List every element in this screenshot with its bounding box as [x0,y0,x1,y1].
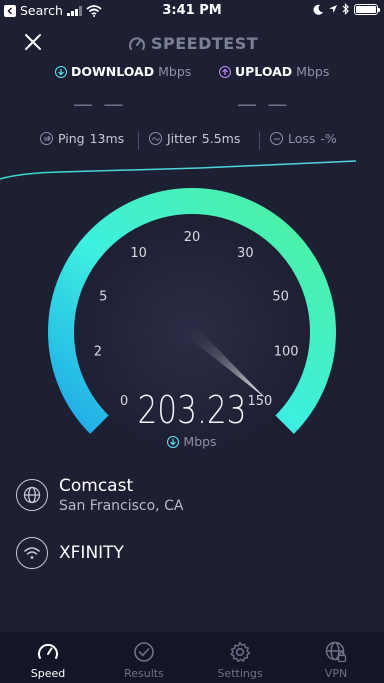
download-arrow-icon [167,435,180,448]
tab-label: Settings [217,667,263,680]
current-speed-unit-label: Mbps [183,434,217,449]
gauge-tick-label: 5 [99,289,107,304]
jitter-icon [149,132,162,145]
upload-arrow-icon [219,65,231,78]
close-button[interactable] [24,33,44,53]
tab-results[interactable]: Results [96,632,192,683]
provider-name: Comcast [59,476,134,496]
jitter-value: 5.5ms [201,131,241,146]
provider-row[interactable]: Comcast San Francisco, CA [16,476,183,514]
ping-value: 13ms [89,131,125,146]
tab-label: Speed [30,667,66,680]
gauge-tick-label: 2 [94,345,102,360]
app-brand: SPEEDTEST [128,34,258,53]
download-arrow-icon [55,65,67,78]
tab-label: VPN [324,667,348,680]
upload-label: UPLOAD [235,64,293,79]
tab-speed[interactable]: Speed [0,632,96,683]
checkmark-circle-icon [134,642,154,662]
loss-icon [270,132,283,145]
status-right [313,3,380,15]
gauge-tick-label: 10 [130,246,147,261]
globe-lock-icon [325,641,347,663]
download-label: DOWNLOAD [71,64,155,79]
network-name: XFINITY [59,543,124,563]
moon-icon [313,4,323,15]
stats-divider [259,132,260,150]
tab-label: Results [124,667,164,680]
gauge-tick-label: 50 [272,289,289,304]
loss-value: -% [320,131,337,146]
network-row[interactable]: XFINITY [16,537,124,569]
bluetooth-icon [342,3,349,15]
status-bar: Search 3:41 PM [0,0,384,22]
gauge-tick-label: 30 [237,246,254,261]
ping-stat: Ping 13ms [40,131,124,146]
upload-value: — — [237,92,290,116]
battery-icon [354,3,380,15]
ping-label: Ping [58,131,85,146]
gear-icon [230,641,251,662]
download-heading: DOWNLOAD Mbps [55,64,191,79]
download-value: — — [73,92,126,116]
stats-divider [138,132,139,150]
stats-row: Ping 13ms Jitter 5.5ms Loss -% [0,131,384,151]
upload-unit: Mbps [296,64,330,79]
location-arrow-icon [329,5,337,13]
tab-bar: Speed Results Settings VPN [0,632,384,683]
loss-stat: Loss -% [270,131,337,146]
close-icon[interactable] [24,33,42,51]
tab-settings[interactable]: Settings [192,632,288,683]
loss-label: Loss [288,131,316,146]
speedometer-icon [38,643,58,659]
download-unit: Mbps [158,64,192,79]
gauge-tick-label: 100 [274,345,299,360]
jitter-label: Jitter [167,131,197,146]
current-speed-value: 203.23 [137,388,247,432]
provider-location: San Francisco, CA [59,498,184,514]
jitter-stat: Jitter 5.5ms [149,131,240,146]
ping-icon [40,132,53,145]
globe-icon [16,479,48,511]
current-speed-unit: Mbps [0,434,384,449]
upload-heading: UPLOAD Mbps [219,64,329,79]
provider-info: Comcast San Francisco, CA [59,476,183,514]
tab-vpn[interactable]: VPN [288,632,384,683]
speedtest-logo-icon [129,36,145,50]
wifi-icon [16,537,48,569]
brand-name: SPEEDTEST [151,34,259,53]
gauge-tick-label: 20 [184,230,201,245]
